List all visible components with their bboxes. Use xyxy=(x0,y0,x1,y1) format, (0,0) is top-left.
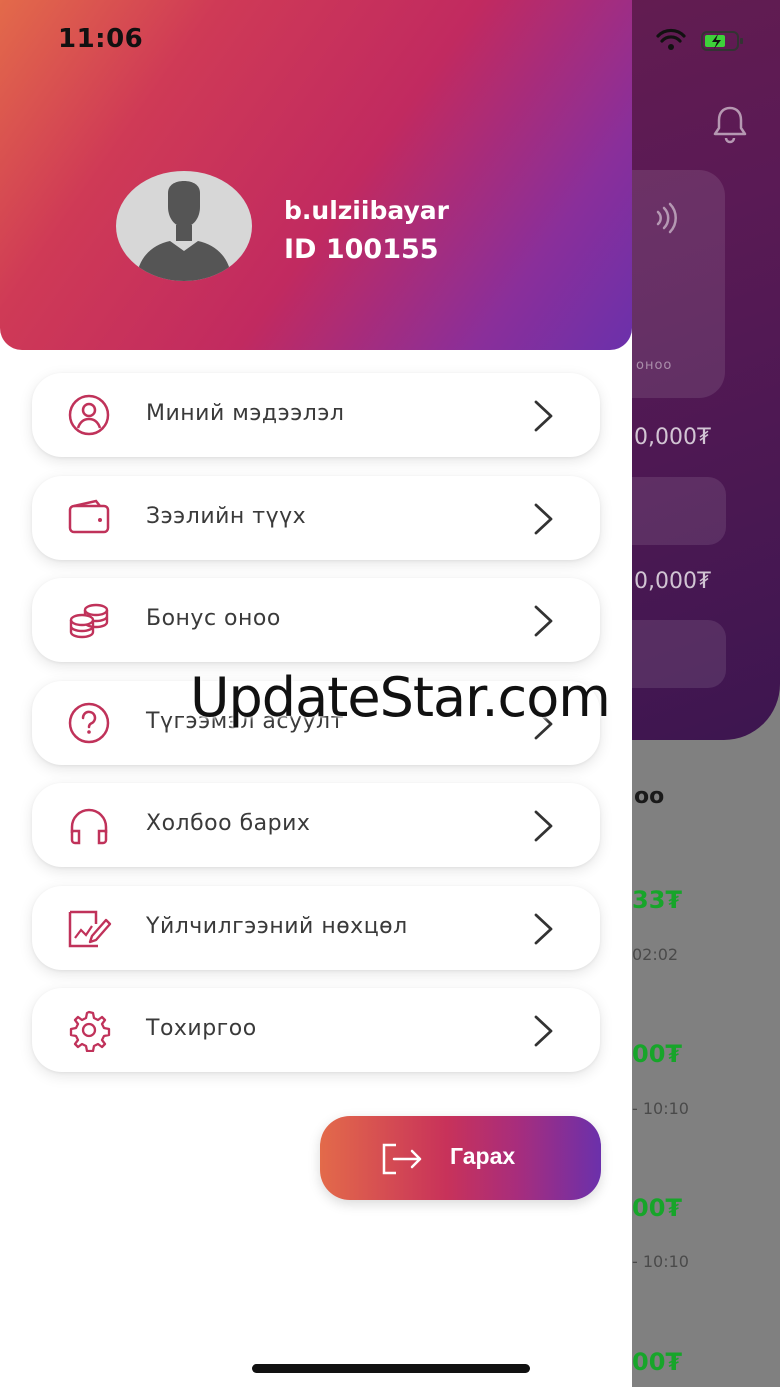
question-circle-icon xyxy=(68,702,110,744)
wallet-icon xyxy=(68,499,110,534)
chevron-right-icon xyxy=(534,1015,553,1047)
background-card-label: оноо xyxy=(636,358,673,373)
menu-item-label: Зээлийн түүх xyxy=(146,504,307,529)
background-time: 02:02 xyxy=(632,945,679,964)
menu-item-terms[interactable]: Үйлчилгээний нөхцөл xyxy=(32,886,600,970)
background-amount: 00₮ xyxy=(632,1194,683,1222)
logout-label: Гарах xyxy=(450,1143,516,1169)
background-time: - 10:10 xyxy=(632,1252,689,1271)
chevron-right-icon xyxy=(534,503,553,535)
avatar[interactable] xyxy=(116,171,252,281)
menu-item-label: Үйлчилгээний нөхцөл xyxy=(146,914,408,939)
background-list-title: оо xyxy=(634,784,665,809)
chevron-right-icon xyxy=(534,400,553,432)
contactless-icon xyxy=(656,202,677,234)
battery-icon xyxy=(701,31,743,51)
watermark-text: UpdateStar.com xyxy=(190,666,611,729)
logout-icon xyxy=(382,1143,422,1175)
background-amount: 00₮ xyxy=(632,1348,683,1376)
chevron-right-icon xyxy=(534,913,553,945)
background-amount: 0,000₮ xyxy=(634,569,711,594)
background-amount: 00₮ xyxy=(632,1040,683,1068)
user-circle-icon xyxy=(68,394,110,436)
chevron-right-icon xyxy=(534,605,553,637)
username: b.ulziibayar xyxy=(284,196,449,225)
coins-icon xyxy=(69,603,109,639)
menu-item-loan-history[interactable]: Зээлийн түүх xyxy=(32,476,600,560)
menu-item-label: Холбоо барих xyxy=(146,811,311,836)
background-amount: 33₮ xyxy=(632,886,683,914)
wifi-icon xyxy=(656,28,686,50)
headphones-icon xyxy=(70,808,108,845)
user-silhouette-icon xyxy=(136,181,232,281)
logout-button[interactable]: Гарах xyxy=(320,1116,601,1200)
menu-item-settings[interactable]: Тохиргоо xyxy=(32,988,600,1072)
menu-item-label: Бонус оноо xyxy=(146,606,281,631)
gear-icon xyxy=(69,1010,111,1052)
menu-item-label: Тохиргоо xyxy=(146,1016,257,1041)
background-time: - 10:10 xyxy=(632,1099,689,1118)
user-id: ID 100155 xyxy=(284,234,439,265)
menu-item-bonus-points[interactable]: Бонус оноо xyxy=(32,578,600,662)
background-amount: 0,000₮ xyxy=(634,425,711,450)
home-indicator[interactable] xyxy=(252,1364,530,1373)
status-time: 11:06 xyxy=(58,24,144,54)
chevron-right-icon xyxy=(534,810,553,842)
document-sign-icon xyxy=(68,910,112,948)
menu-item-label: Миний мэдээлэл xyxy=(146,401,345,426)
menu-item-contact[interactable]: Холбоо барих xyxy=(32,783,600,867)
menu-item-my-info[interactable]: Миний мэдээлэл xyxy=(32,373,600,457)
bell-icon xyxy=(713,106,747,144)
